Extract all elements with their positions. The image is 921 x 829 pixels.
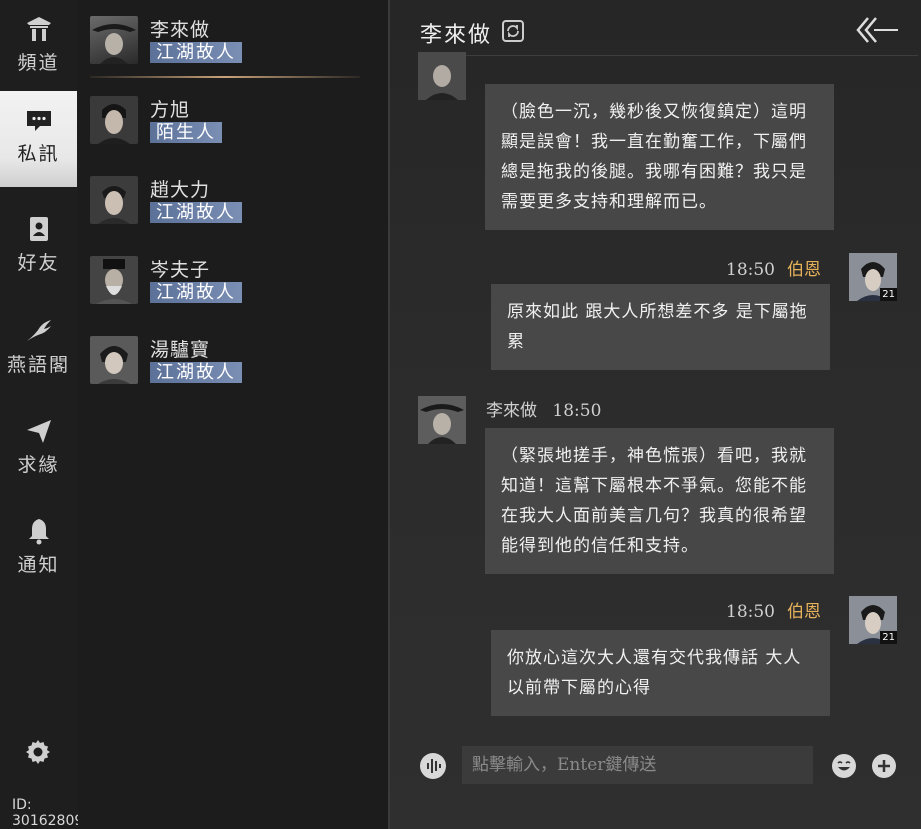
nav-label: 通知	[17, 554, 60, 576]
avatar	[90, 176, 138, 224]
avatar	[90, 336, 138, 384]
gear-icon[interactable]	[24, 738, 52, 766]
nav-friends[interactable]: 好友	[0, 200, 77, 296]
contact-list: 李來做 江湖故人 方旭 陌生人 趙大力 江湖故人 岑夫子 江湖故人 湯驢寶 江湖…	[78, 0, 388, 829]
sender-name: 伯恩	[787, 260, 821, 280]
voice-input-icon[interactable]	[419, 752, 447, 780]
avatar[interactable]	[418, 396, 466, 444]
nav-notifications[interactable]: 通知	[0, 502, 77, 598]
message-input[interactable]	[462, 746, 813, 784]
message-time: 18:50	[552, 401, 602, 421]
refresh-icon[interactable]	[502, 20, 524, 42]
avatar	[90, 16, 138, 64]
gate-icon	[26, 17, 51, 41]
chat-panel: 李來做 （臉色一沉，幾秒後又恢復鎮定）這明顯是誤會！我一直在勤奮工作，下屬們總是…	[390, 0, 921, 829]
nav-label: 求緣	[17, 454, 60, 476]
contact-name: 湯驢寶	[150, 339, 211, 361]
message-meta: 18:50 伯恩	[726, 255, 821, 280]
contact-item[interactable]: 方旭 陌生人	[90, 96, 380, 156]
contact-item[interactable]: 湯驢寶 江湖故人	[90, 336, 380, 396]
message-time: 18:50	[726, 602, 775, 622]
sender-name: 李來做	[486, 401, 537, 421]
message-time: 18:50	[726, 260, 775, 280]
nav-label: 頻道	[17, 52, 60, 74]
side-nav: 頻道 私訊 好友 燕語閣 求緣 通知 ID: 3016280939	[0, 0, 101, 829]
relation-tag: 江湖故人	[150, 202, 242, 223]
paper-plane-icon	[26, 420, 51, 443]
avatar	[418, 52, 466, 100]
plus-icon[interactable]	[871, 753, 897, 779]
level-badge: 21	[880, 288, 897, 301]
title-divider	[418, 55, 918, 56]
nav-qiuyuan[interactable]: 求緣	[0, 402, 77, 498]
message-bubble: 原來如此 跟大人所想差不多 是下屬拖累	[491, 284, 830, 370]
avatar	[90, 256, 138, 304]
swallow-icon	[26, 320, 51, 341]
message-bubble: 你放心這次大人還有交代我傳話 大人以前帶下屬的心得	[491, 630, 830, 716]
message-icon	[26, 111, 51, 131]
nav-yanyuge[interactable]: 燕語閣	[0, 302, 77, 398]
contact-name: 方旭	[150, 99, 191, 121]
relation-tag: 江湖故人	[150, 42, 242, 63]
nav-label: 好友	[17, 252, 60, 274]
contact-item[interactable]: 岑夫子 江湖故人	[90, 256, 380, 316]
contact-name: 岑夫子	[150, 259, 211, 281]
chat-title: 李來做	[420, 23, 493, 48]
sender-name: 伯恩	[787, 602, 821, 622]
message-bubble: （緊張地搓手，神色慌張）看吧，我就知道！這幫下屬根本不爭氣。您能不能在我大人面前…	[485, 428, 834, 574]
message-bubble: （臉色一沉，幾秒後又恢復鎮定）這明顯是誤會！我一直在勤奮工作，下屬們總是拖我的後…	[485, 84, 834, 230]
contact-name: 趙大力	[150, 179, 211, 201]
bell-icon	[28, 519, 49, 545]
collapse-arrow-icon[interactable]	[854, 14, 900, 46]
message-meta: 18:50 伯恩	[726, 597, 821, 622]
emoji-icon[interactable]	[831, 753, 857, 779]
nav-private-message[interactable]: 私訊	[0, 91, 77, 187]
nav-label: 私訊	[17, 143, 60, 165]
avatar[interactable]: 21	[849, 253, 897, 301]
nav-label: 燕語閣	[6, 354, 70, 376]
relation-tag: 江湖故人	[150, 282, 242, 303]
relation-tag: 陌生人	[150, 122, 222, 143]
level-badge: 21	[880, 631, 897, 644]
relation-tag: 江湖故人	[150, 362, 242, 383]
contact-name: 李來做	[150, 19, 211, 41]
nav-channel[interactable]: 頻道	[0, 0, 77, 96]
contact-item[interactable]: 李來做 江湖故人	[90, 16, 380, 78]
contact-item[interactable]: 趙大力 江湖故人	[90, 176, 380, 236]
message-meta: 李來做 18:50	[486, 396, 601, 421]
avatar	[90, 96, 138, 144]
avatar[interactable]: 21	[849, 596, 897, 644]
friend-card-icon	[29, 217, 48, 241]
